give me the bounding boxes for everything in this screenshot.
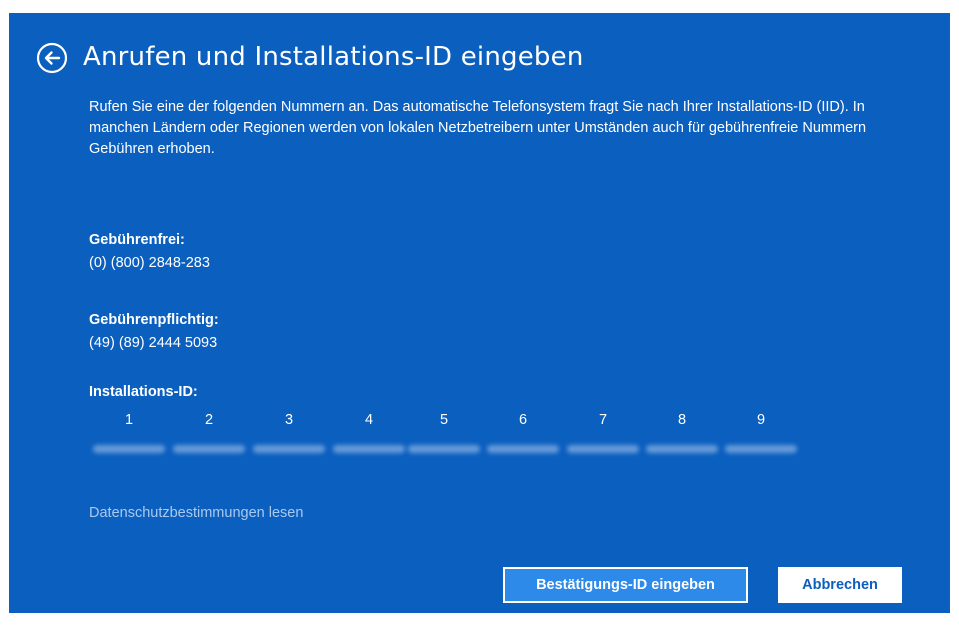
iid-group-number: 7 bbox=[598, 412, 608, 428]
iid-blurred-group bbox=[725, 445, 797, 453]
iid-group-number: 2 bbox=[204, 412, 214, 428]
iid-blurred-group bbox=[253, 445, 325, 453]
iid-group-number: 9 bbox=[756, 412, 766, 428]
iid-group-number: 3 bbox=[284, 412, 294, 428]
iid-blurred-group bbox=[93, 445, 165, 453]
activation-dialog: Anrufen und Installations-ID eingeben Ru… bbox=[9, 13, 950, 613]
back-arrow-circle-icon bbox=[36, 42, 68, 74]
iid-blurred-group bbox=[333, 445, 405, 453]
page-title: Anrufen und Installations-ID eingeben bbox=[83, 42, 584, 72]
installation-id-grid: 1 2 3 4 5 6 7 8 9 bbox=[89, 410, 809, 470]
iid-group-number: 1 bbox=[124, 412, 134, 428]
iid-blurred-group bbox=[567, 445, 639, 453]
iid-group-number: 6 bbox=[518, 412, 528, 428]
iid-blurred-group bbox=[408, 445, 480, 453]
installation-id-label: Installations-ID: bbox=[89, 384, 198, 400]
iid-group-number: 8 bbox=[677, 412, 687, 428]
iid-blurred-group bbox=[487, 445, 559, 453]
toll-free-label: Gebührenfrei: bbox=[89, 232, 185, 248]
toll-number: (49) (89) 2444 5093 bbox=[89, 335, 218, 351]
iid-group-number: 4 bbox=[364, 412, 374, 428]
iid-blurred-group bbox=[646, 445, 718, 453]
toll-free-number: (0) (800) 2848-283 bbox=[89, 255, 210, 271]
privacy-statement-link[interactable]: Datenschutzbestimmungen lesen bbox=[89, 503, 303, 523]
intro-text: Rufen Sie eine der folgenden Nummern an.… bbox=[89, 99, 867, 157]
iid-group-number: 5 bbox=[439, 412, 449, 428]
back-button[interactable] bbox=[36, 42, 68, 74]
toll-label: Gebührenpflichtig: bbox=[89, 312, 219, 328]
cancel-button[interactable]: Abbrechen bbox=[778, 567, 902, 603]
enter-confirmation-id-button[interactable]: Bestätigungs-ID eingeben bbox=[503, 567, 748, 603]
iid-blurred-group bbox=[173, 445, 245, 453]
